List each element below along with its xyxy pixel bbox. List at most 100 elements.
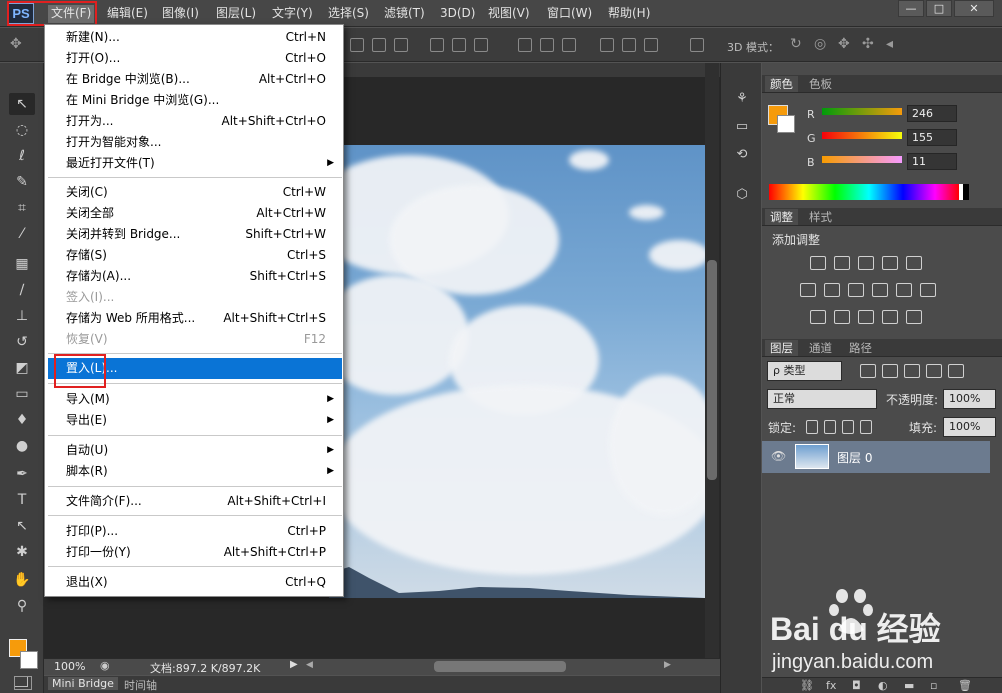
selective-color-adjust-icon[interactable] <box>906 310 922 324</box>
tab-color[interactable]: 颜色 <box>765 76 798 92</box>
tab-styles[interactable]: 样式 <box>804 209 837 225</box>
hscroll-left-icon[interactable]: ◀ <box>306 660 313 670</box>
path-select-tool-icon[interactable]: ↖ <box>9 515 35 537</box>
new-adjustment-icon[interactable]: ◐ <box>878 679 888 692</box>
menu-window[interactable]: 窗口(W) <box>547 5 592 23</box>
vertical-scroll-thumb[interactable] <box>707 260 717 480</box>
menu-image[interactable]: 图像(I) <box>162 5 199 23</box>
lock-all-icon[interactable] <box>860 420 872 434</box>
gradient-map-adjust-icon[interactable] <box>882 310 898 324</box>
layer-row[interactable]: 👁 图层 0 <box>762 441 990 473</box>
exposure-adjust-icon[interactable] <box>882 256 898 270</box>
3d-pan-icon[interactable]: ✥ <box>838 36 850 52</box>
menu-item-save-as[interactable]: 存储为(A)... Shift+Ctrl+S <box>48 266 342 287</box>
align-vcenter-icon[interactable] <box>372 38 386 52</box>
auto-align-icon[interactable] <box>690 38 704 52</box>
eraser-tool-icon[interactable]: ◩ <box>9 357 35 379</box>
lock-transparent-icon[interactable] <box>806 420 818 434</box>
vertical-scrollbar[interactable] <box>705 63 719 658</box>
layer-style-icon[interactable]: fx <box>826 679 836 692</box>
blur-tool-icon[interactable]: ♦ <box>9 409 35 431</box>
image-canvas[interactable] <box>329 145 705 598</box>
distribute-vcenter-icon[interactable] <box>540 38 554 52</box>
lock-image-icon[interactable] <box>824 420 836 434</box>
value-b[interactable]: 11 <box>907 153 957 170</box>
minimize-button[interactable]: — <box>898 0 924 17</box>
3d-roll-icon[interactable]: ◎ <box>814 36 826 52</box>
menu-type[interactable]: 文字(Y) <box>272 5 313 23</box>
menu-item-browse-bridge[interactable]: 在 Bridge 中浏览(B)... Alt+Ctrl+O <box>48 69 342 90</box>
value-r[interactable]: 246 <box>907 105 957 122</box>
blend-mode-select[interactable]: 正常 <box>767 389 877 409</box>
align-hcenter-icon[interactable] <box>452 38 466 52</box>
photo-filter-adjust-icon[interactable] <box>872 283 888 297</box>
move-tool-preset-icon[interactable]: ✥ <box>10 36 22 52</box>
fill-input[interactable]: 100% <box>943 417 996 437</box>
menu-item-print[interactable]: 打印(P)... Ctrl+P <box>48 521 342 542</box>
visibility-eye-icon[interactable]: 👁 <box>771 449 786 463</box>
align-left-icon[interactable] <box>430 38 444 52</box>
zoom-tool-icon[interactable]: ⚲ <box>9 595 35 617</box>
add-mask-icon[interactable]: ◘ <box>852 679 861 692</box>
color-balance-adjust-icon[interactable] <box>824 283 840 297</box>
filter-adjustment-icon[interactable] <box>882 364 898 378</box>
tab-swatches[interactable]: 色板 <box>804 76 837 92</box>
slider-r[interactable] <box>822 108 902 115</box>
value-g[interactable]: 155 <box>907 129 957 146</box>
menu-item-exit[interactable]: 退出(X) Ctrl+Q <box>48 572 342 593</box>
hue-saturation-adjust-icon[interactable] <box>800 283 816 297</box>
menu-item-open-smart-object[interactable]: 打开为智能对象... <box>48 132 342 153</box>
tab-mini-bridge[interactable]: Mini Bridge <box>48 677 118 690</box>
zoom-level[interactable]: 100% <box>54 660 85 673</box>
hscroll-right-icon[interactable]: ▶ <box>664 660 671 670</box>
menu-item-import[interactable]: 导入(M) ▶ <box>48 389 342 410</box>
menu-item-recent-files[interactable]: 最近打开文件(T) ▶ <box>48 153 342 174</box>
eyedropper-tool-icon[interactable]: ⁄ <box>9 223 35 245</box>
menu-item-close-all[interactable]: 关闭全部 Alt+Ctrl+W <box>48 203 342 224</box>
brush-presets-icon[interactable]: ⚘ <box>733 91 751 107</box>
history-icon[interactable]: ⟲ <box>733 147 751 163</box>
channel-mixer-adjust-icon[interactable] <box>896 283 912 297</box>
align-top-icon[interactable] <box>350 38 364 52</box>
invert-adjust-icon[interactable] <box>810 310 826 324</box>
color-spectrum-bar[interactable] <box>769 184 969 200</box>
posterize-adjust-icon[interactable] <box>834 310 850 324</box>
filter-pixel-icon[interactable] <box>860 364 876 378</box>
opacity-input[interactable]: 100% <box>943 389 996 409</box>
new-group-icon[interactable]: ▬ <box>904 679 914 692</box>
menu-help[interactable]: 帮助(H) <box>608 5 650 23</box>
link-layers-icon[interactable]: ⛓ <box>800 679 814 692</box>
tab-paths[interactable]: 路径 <box>844 340 877 356</box>
filter-smart-object-icon[interactable] <box>948 364 964 378</box>
filter-shape-icon[interactable] <box>926 364 942 378</box>
delete-layer-icon[interactable]: 🗑 <box>958 679 972 692</box>
distribute-top-icon[interactable] <box>518 38 532 52</box>
layer-filter-kind-select[interactable]: ρ 类型 <box>767 361 842 381</box>
align-right-icon[interactable] <box>474 38 488 52</box>
brightness-adjust-icon[interactable] <box>810 256 826 270</box>
menu-item-new[interactable]: 新建(N)... Ctrl+N <box>48 27 342 48</box>
color-lookup-adjust-icon[interactable] <box>920 283 936 297</box>
distribute-hcenter-icon[interactable] <box>622 38 636 52</box>
type-tool-icon[interactable]: T <box>9 489 35 511</box>
move-tool-icon[interactable]: ↖ <box>9 93 35 115</box>
distribute-bottom-icon[interactable] <box>562 38 576 52</box>
brush-tool-icon[interactable]: ∕ <box>9 279 35 301</box>
dodge-tool-icon[interactable]: ● <box>9 435 35 457</box>
menu-item-save-for-web[interactable]: 存储为 Web 所用格式... Alt+Shift+Ctrl+S <box>48 308 342 329</box>
black-white-adjust-icon[interactable] <box>848 283 864 297</box>
menu-item-file-info[interactable]: 文件简介(F)... Alt+Shift+Ctrl+I <box>48 491 342 512</box>
menu-file[interactable]: 文件(F) <box>48 5 95 23</box>
color-panel-background[interactable] <box>777 115 795 133</box>
screen-mode-icon[interactable] <box>14 676 32 690</box>
distribute-right-icon[interactable] <box>644 38 658 52</box>
menu-item-open[interactable]: 打开(O)... Ctrl+O <box>48 48 342 69</box>
tab-timeline[interactable]: 时间轴 <box>120 677 161 693</box>
distribute-left-icon[interactable] <box>600 38 614 52</box>
menu-edit[interactable]: 编辑(E) <box>107 5 148 23</box>
menu-view[interactable]: 视图(V) <box>488 5 530 23</box>
menu-layer[interactable]: 图层(L) <box>216 5 256 23</box>
status-preview-icon[interactable]: ◉ <box>100 659 110 672</box>
restore-button[interactable]: □ <box>926 0 952 17</box>
menu-item-automate[interactable]: 自动(U) ▶ <box>48 440 342 461</box>
